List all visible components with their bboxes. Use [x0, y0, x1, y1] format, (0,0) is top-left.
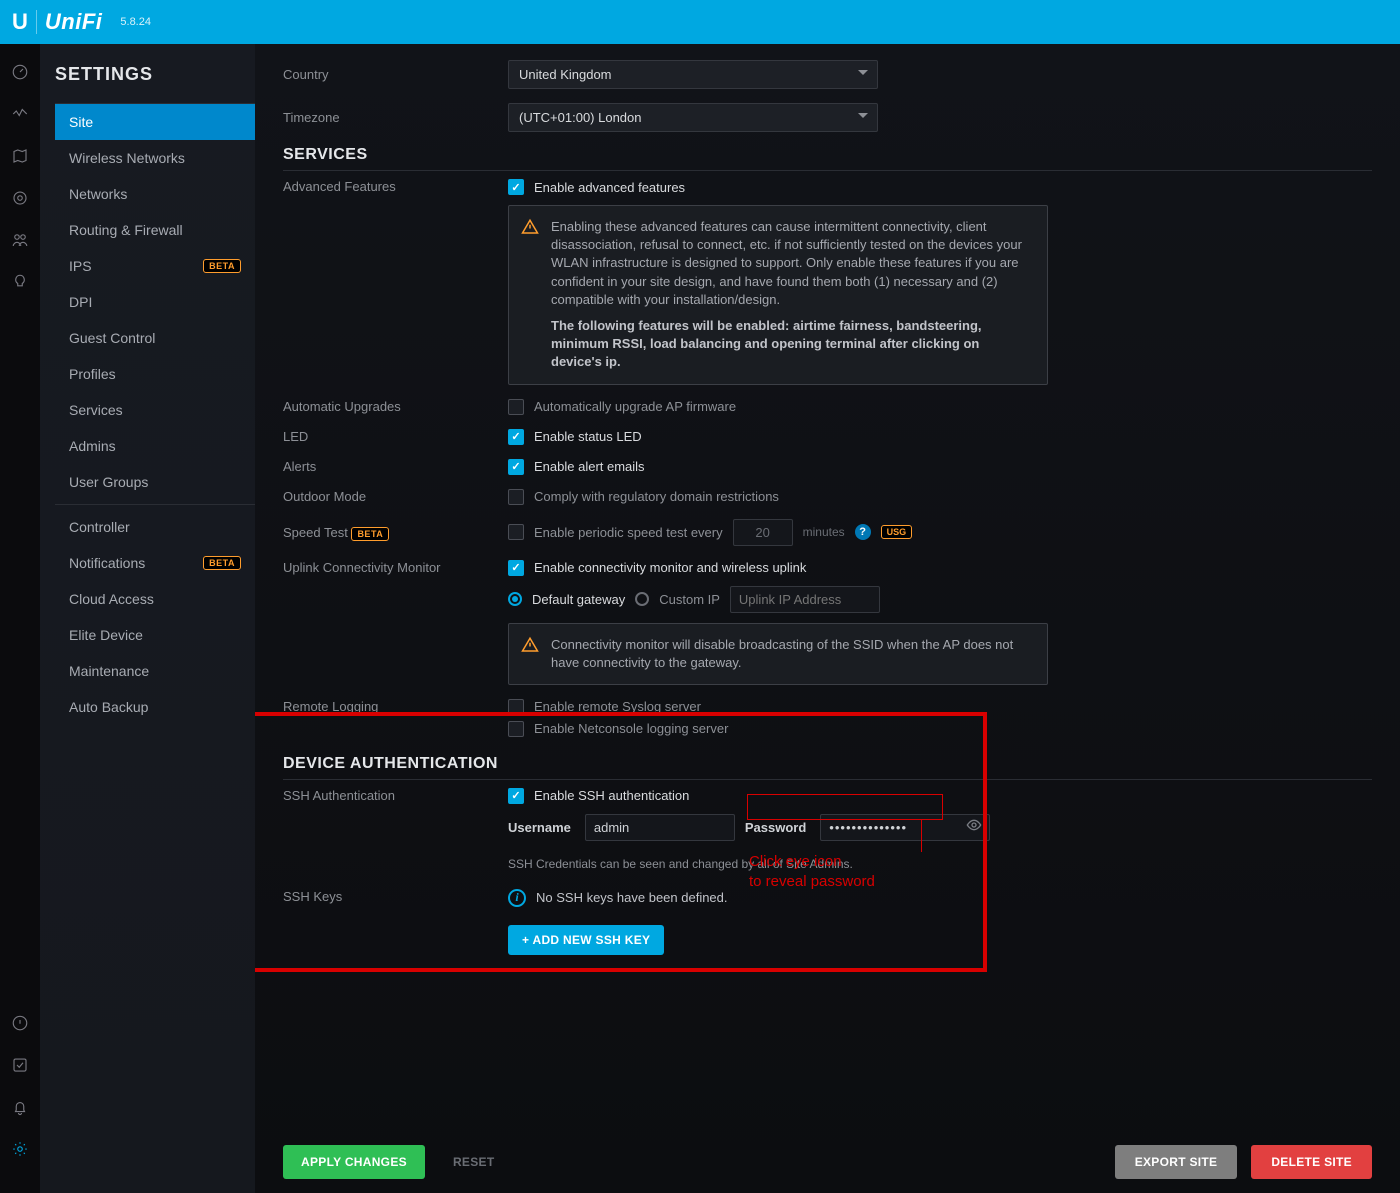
ssh-check-label: Enable SSH authentication: [534, 788, 689, 803]
sidebar-item-maintenance[interactable]: Maintenance: [55, 653, 255, 689]
insights-icon[interactable]: [10, 272, 30, 292]
clients-icon[interactable]: [10, 230, 30, 250]
led-check-label: Enable status LED: [534, 429, 642, 444]
country-select[interactable]: United Kingdom: [508, 60, 878, 89]
sidebar-item-networks[interactable]: Networks: [55, 176, 255, 212]
uplink-label: Uplink Connectivity Monitor: [283, 560, 508, 575]
syslog-checkbox[interactable]: [508, 699, 524, 715]
uplink-default-radio[interactable]: [508, 592, 522, 606]
led-checkbox[interactable]: [508, 429, 524, 445]
outdoor-check-label: Comply with regulatory domain restrictio…: [534, 489, 779, 504]
u-logo-icon: U: [12, 9, 28, 35]
sidebar-item-auto-backup[interactable]: Auto Backup: [55, 689, 255, 725]
delete-site-button[interactable]: DELETE SITE: [1251, 1145, 1372, 1179]
timezone-select[interactable]: (UTC+01:00) London: [508, 103, 878, 132]
device-auth-heading: DEVICE AUTHENTICATION: [283, 755, 1372, 780]
adv-features-check-label: Enable advanced features: [534, 180, 685, 195]
auto-upgrade-checkbox[interactable]: [508, 399, 524, 415]
ssh-checkbox[interactable]: [508, 788, 524, 804]
add-ssh-key-button[interactable]: + ADD NEW SSH KEY: [508, 925, 664, 955]
settings-title: SETTINGS: [55, 64, 255, 85]
warning-icon: [521, 218, 539, 236]
outdoor-label: Outdoor Mode: [283, 489, 508, 504]
syslog-label: Enable remote Syslog server: [534, 699, 701, 714]
uplink-default-label: Default gateway: [532, 592, 625, 607]
settings-gear-icon[interactable]: [10, 1139, 30, 1159]
version-text: 5.8.24: [120, 16, 151, 28]
adv-features-label: Advanced Features: [283, 179, 508, 194]
events-icon[interactable]: [10, 1013, 30, 1033]
auto-upgrade-check-label: Automatically upgrade AP firmware: [534, 399, 736, 414]
devices-icon[interactable]: [10, 188, 30, 208]
ssh-hint: SSH Credentials can be seen and changed …: [508, 857, 853, 871]
sidebar-item-dpi[interactable]: DPI: [55, 284, 255, 320]
sidebar-item-site[interactable]: Site: [55, 104, 255, 140]
speedtest-check-label: Enable periodic speed test every: [534, 525, 723, 540]
speedtest-checkbox[interactable]: [508, 524, 524, 540]
alerts-check-icon[interactable]: [10, 1055, 30, 1075]
warning-icon: [521, 636, 539, 654]
statistics-icon[interactable]: [10, 104, 30, 124]
uplink-check-label: Enable connectivity monitor and wireless…: [534, 560, 806, 575]
adv-features-warning: Enabling these advanced features can cau…: [508, 205, 1048, 385]
netconsole-checkbox[interactable]: [508, 721, 524, 737]
icon-rail: [0, 44, 40, 1193]
ssh-auth-label: SSH Authentication: [283, 788, 508, 803]
footer-bar: APPLY CHANGES RESET EXPORT SITE DELETE S…: [255, 1131, 1400, 1193]
sidebar-item-controller[interactable]: Controller: [55, 509, 255, 545]
uplink-ip-input: [730, 586, 880, 613]
uplink-checkbox[interactable]: [508, 560, 524, 576]
main-content: Country United Kingdom Timezone (UTC+01:…: [255, 44, 1400, 1193]
sidebar-item-wireless-networks[interactable]: Wireless Networks: [55, 140, 255, 176]
uplink-custom-label: Custom IP: [659, 592, 720, 607]
sidebar-item-routing-firewall[interactable]: Routing & Firewall: [55, 212, 255, 248]
uplink-custom-radio[interactable]: [635, 592, 649, 606]
led-label: LED: [283, 429, 508, 444]
auto-upgrade-label: Automatic Upgrades: [283, 399, 508, 414]
country-label: Country: [283, 67, 508, 82]
speedtest-interval-input[interactable]: [733, 519, 793, 546]
alerts-checkbox[interactable]: [508, 459, 524, 475]
reveal-password-eye-icon[interactable]: [966, 817, 982, 838]
sidebar-item-profiles[interactable]: Profiles: [55, 356, 255, 392]
reset-button[interactable]: RESET: [439, 1147, 509, 1177]
outdoor-checkbox[interactable]: [508, 489, 524, 505]
ssh-keys-empty: No SSH keys have been defined.: [536, 890, 728, 905]
speedtest-label: Speed Test BETA: [283, 525, 508, 540]
adv-features-checkbox[interactable]: [508, 179, 524, 195]
sidebar-item-user-groups[interactable]: User Groups: [55, 464, 255, 500]
ssh-password-label: Password: [745, 820, 806, 835]
ssh-username-input[interactable]: [585, 814, 735, 841]
speedtest-unit: minutes: [803, 525, 845, 539]
brand-logo: U UniFi 5.8.24: [12, 9, 151, 35]
timezone-label: Timezone: [283, 110, 508, 125]
usg-badge: USG: [881, 525, 913, 539]
netconsole-label: Enable Netconsole logging server: [534, 721, 728, 736]
sidebar-item-admins[interactable]: Admins: [55, 428, 255, 464]
sidebar-item-cloud-access[interactable]: Cloud Access: [55, 581, 255, 617]
ssh-username-label: Username: [508, 820, 571, 835]
apply-changes-button[interactable]: APPLY CHANGES: [283, 1145, 425, 1179]
services-heading: SERVICES: [283, 146, 1372, 171]
sidebar-item-guest-control[interactable]: Guest Control: [55, 320, 255, 356]
export-site-button[interactable]: EXPORT SITE: [1115, 1145, 1238, 1179]
sidebar-item-notifications[interactable]: NotificationsBETA: [55, 545, 255, 581]
sidebar-item-services[interactable]: Services: [55, 392, 255, 428]
ssh-password-input[interactable]: [820, 814, 990, 841]
brand-text: UniFi: [45, 9, 103, 35]
notify-bell-icon[interactable]: [10, 1097, 30, 1117]
remote-logging-label: Remote Logging: [283, 699, 508, 714]
dashboard-icon[interactable]: [10, 62, 30, 82]
settings-sidebar: SETTINGS SiteWireless NetworksNetworksRo…: [40, 44, 255, 1193]
sidebar-item-elite-device[interactable]: Elite Device: [55, 617, 255, 653]
help-icon[interactable]: ?: [855, 524, 871, 540]
map-icon[interactable]: [10, 146, 30, 166]
alerts-check-label: Enable alert emails: [534, 459, 645, 474]
info-icon: i: [508, 889, 526, 907]
ssh-keys-label: SSH Keys: [283, 889, 508, 904]
alerts-label: Alerts: [283, 459, 508, 474]
uplink-warning: Connectivity monitor will disable broadc…: [508, 623, 1048, 685]
top-bar: U UniFi 5.8.24: [0, 0, 1400, 44]
sidebar-item-ips[interactable]: IPSBETA: [55, 248, 255, 284]
